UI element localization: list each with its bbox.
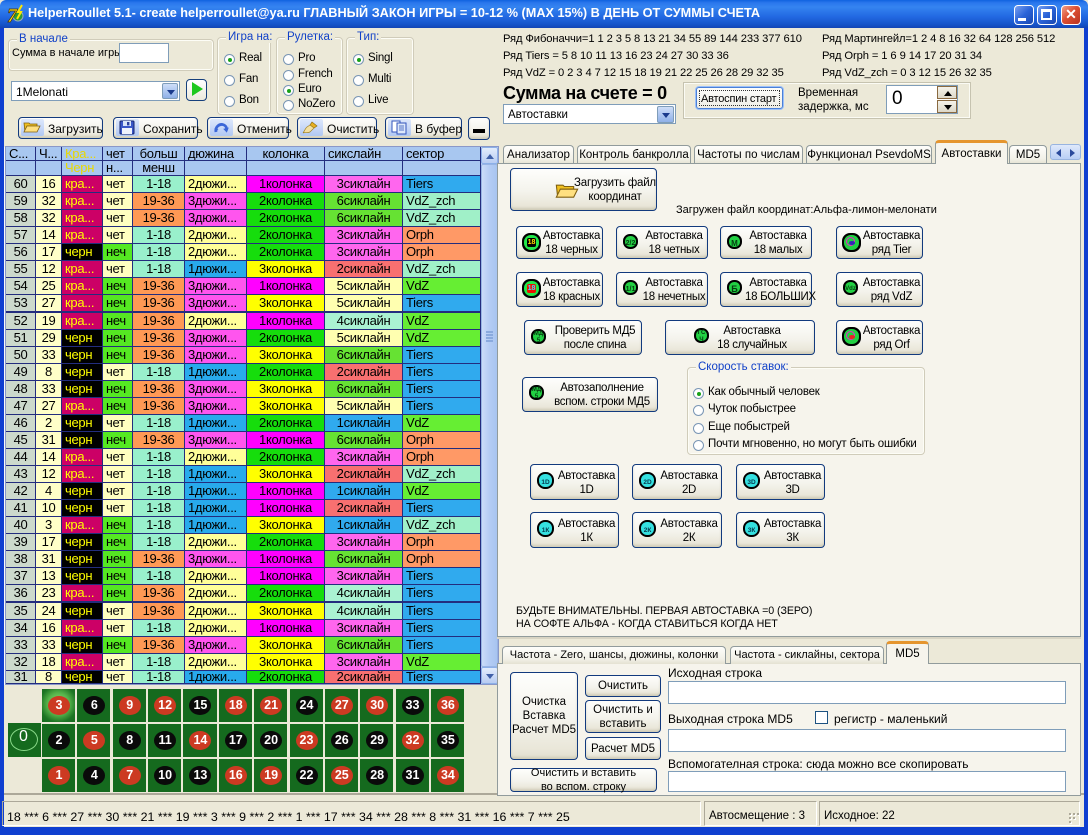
svg-text:7: 7: [7, 5, 18, 25]
